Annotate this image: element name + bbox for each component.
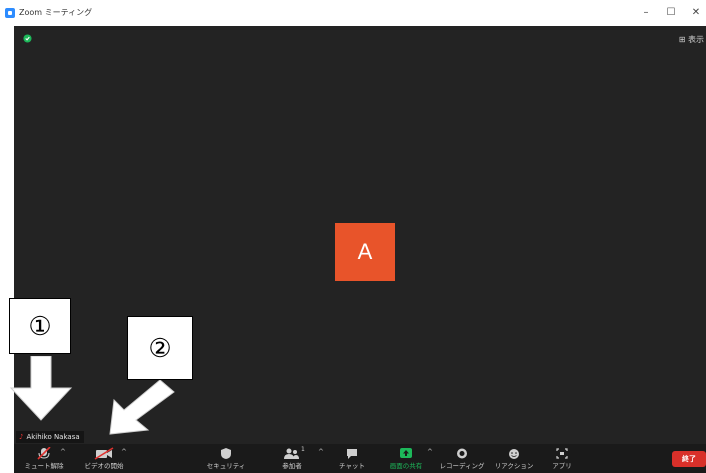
unmute-label: ミュート解除 [24,462,64,470]
participants-count: 1 [301,446,305,453]
annotation-label-1: ① [9,298,71,354]
shield-icon [221,448,231,459]
start-video-button[interactable]: ビデオの開始 [84,444,124,473]
reactions-button[interactable]: リアクション [494,444,534,473]
reaction-emoji-icon [509,449,519,459]
video-off-icon [94,447,114,460]
title-bar: Zoom ミーティング – ☐ ✕ [0,0,706,26]
share-screen-label: 画面の共有 [389,462,423,470]
minimize-button[interactable]: – [637,5,655,21]
start-video-label: ビデオの開始 [84,462,124,470]
unmute-button[interactable]: ミュート解除 [25,444,64,473]
window-title: Zoom ミーティング [19,8,93,17]
security-shield-icon[interactable] [23,34,32,43]
record-icon [457,448,467,459]
participants-button[interactable]: 1 参加者 [272,444,312,473]
participant-name: Akihiko Nakasa [26,433,80,441]
chat-label: チャット [339,462,365,470]
mic-muted-icon [37,447,51,460]
audio-options-caret[interactable]: ^ [60,448,66,456]
security-label: セキュリティ [206,462,246,470]
meeting-toolbar: ミュート解除 ^ ビデオの開始 ^ セキュリティ 1 参加者 ^ チャット 画面… [14,444,706,473]
apps-label: アプリ [552,462,572,470]
close-button[interactable]: ✕ [687,5,705,21]
chat-bubble-icon [347,449,357,459]
end-meeting-button[interactable]: 終了 [672,451,706,467]
share-options-caret[interactable]: ^ [427,448,433,456]
annotation-label-2: ② [127,316,193,380]
down-arrow-icon [9,356,73,421]
participant-avatar: A [335,223,395,281]
zoom-app-icon [5,8,15,18]
share-screen-button[interactable]: 画面の共有 [384,444,428,473]
down-left-arrow-icon [109,380,175,435]
participants-icon [284,448,299,459]
record-button[interactable]: レコーディング [439,444,485,473]
participant-name-tag: ♪ Akihiko Nakasa [16,431,84,443]
record-label: レコーディング [439,462,485,470]
view-toggle-button[interactable]: ⊞ 表示 [679,34,704,45]
apps-button[interactable]: アプリ [544,444,580,473]
apps-icon [556,448,568,459]
security-button[interactable]: セキュリティ [206,444,246,473]
zoom-window: Zoom ミーティング – ☐ ✕ ⊞ 表示 A ♪ Akihiko Nakasa… [0,0,706,473]
chat-button[interactable]: チャット [334,444,370,473]
video-options-caret[interactable]: ^ [121,448,127,456]
participants-options-caret[interactable]: ^ [318,448,324,456]
participants-label: 参加者 [282,462,302,470]
share-screen-icon [400,448,412,458]
muted-mic-icon: ♪ [19,433,24,441]
maximize-button[interactable]: ☐ [662,5,680,21]
